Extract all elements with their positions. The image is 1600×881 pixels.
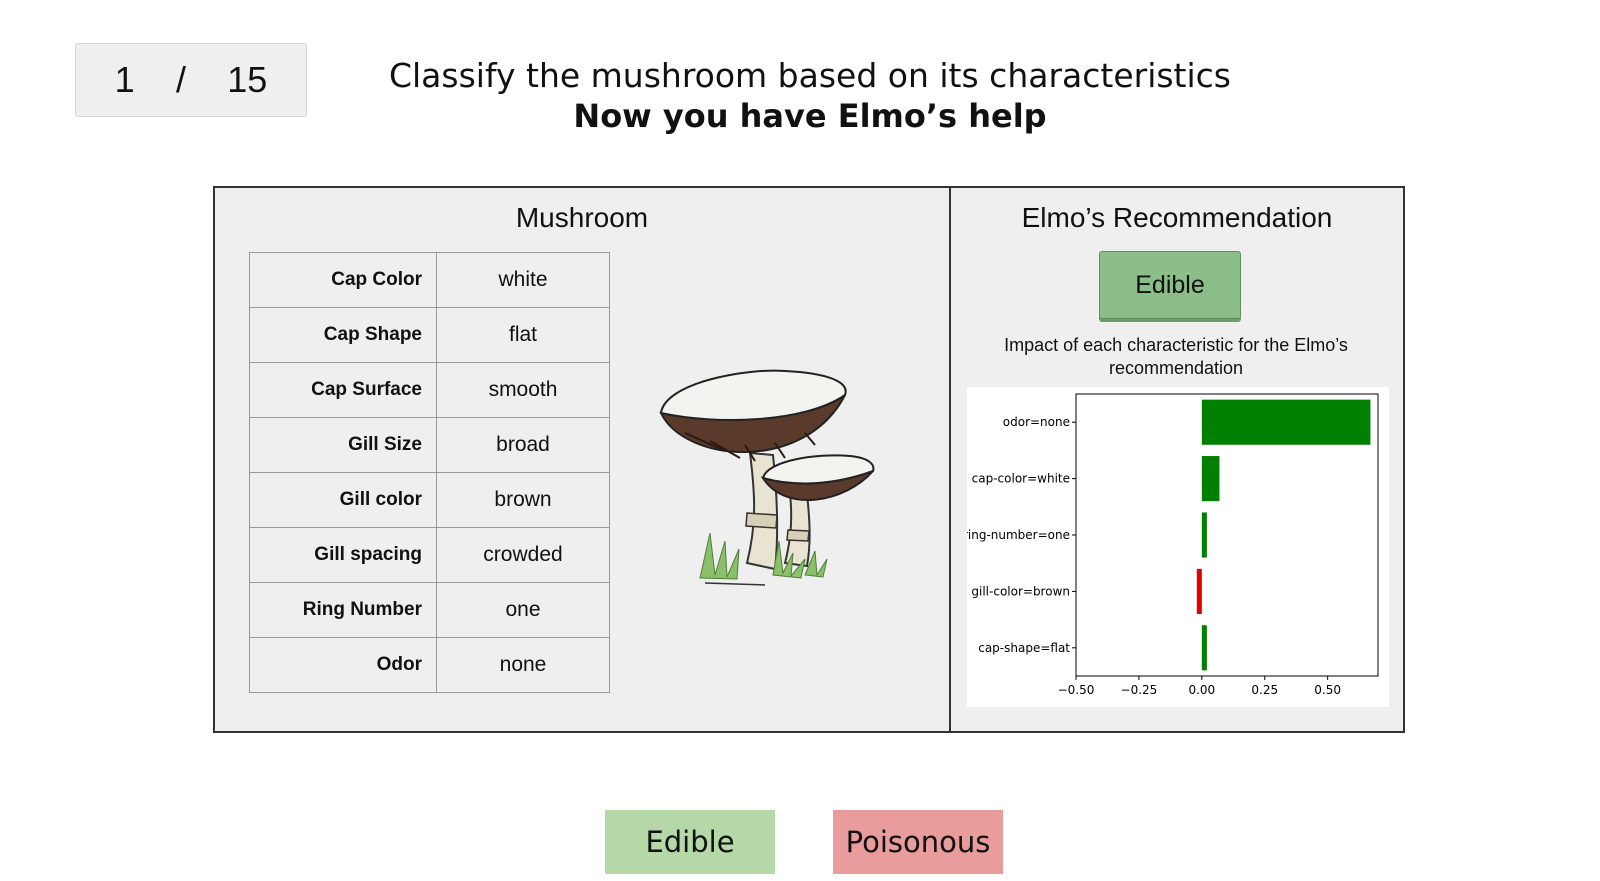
feature-name: Gill color [249, 472, 437, 528]
features-table: Cap Color white Cap Shape flat Cap Surface sm… [249, 252, 610, 693]
feature-row: Odor none [249, 637, 610, 693]
x-tick-label: −0.50 [1058, 683, 1095, 697]
feature-name: Gill Size [249, 417, 437, 473]
y-tick-label: ring-number=one [967, 528, 1070, 542]
mushroom-panel: Mushroom Cap Color white Cap Shape flat Cap … [215, 188, 951, 731]
recommendation-badge: Edible [1099, 251, 1241, 319]
feature-name: Cap Surface [249, 362, 437, 418]
recommendation-panel: Elmo’s Recommendation Edible Impact of e… [951, 188, 1403, 731]
instruction-title: Classify the mushroom based on its chara… [388, 56, 1232, 95]
impact-chart: odor=none cap-color=white ring-number=one g… [963, 393, 1379, 697]
feature-row: Cap Shape flat [249, 307, 610, 363]
feature-row: Cap Color white [249, 252, 610, 308]
y-tick-label: cap-shape=flat [978, 641, 1070, 655]
current-question: 1 [114, 59, 135, 100]
feature-value: broad [436, 417, 610, 473]
chart-bar [1196, 568, 1202, 614]
mushroom-illustration [659, 369, 875, 586]
chart-bar [1201, 399, 1371, 445]
feature-name: Cap Shape [249, 307, 437, 363]
feature-row: Cap Surface smooth [249, 362, 610, 418]
poisonous-button[interactable]: Poisonous [833, 810, 1003, 874]
total-questions: 15 [227, 59, 268, 100]
chart-bar [1201, 512, 1207, 558]
x-tick-label: 0.50 [1314, 683, 1341, 697]
y-tick-label: cap-color=white [972, 472, 1070, 486]
impact-chart-caption: Impact of each characteristic for the El… [981, 334, 1371, 380]
feature-value: crowded [436, 527, 610, 583]
feature-value: none [436, 637, 610, 693]
feature-row: Ring Number one [249, 582, 610, 638]
question-counter: 1 / 15 [75, 43, 307, 117]
main-panel: Mushroom Cap Color white Cap Shape flat Cap … [213, 186, 1405, 733]
chart-bar [1201, 456, 1220, 502]
x-tick-label: −0.25 [1121, 683, 1158, 697]
feature-name: Gill spacing [249, 527, 437, 583]
feature-name: Cap Color [249, 252, 437, 308]
feature-value: brown [436, 472, 610, 528]
mushroom-panel-title: Mushroom [515, 202, 649, 233]
y-tick-label: gill-color=brown [971, 584, 1070, 598]
feature-row: Gill spacing crowded [249, 527, 610, 583]
feature-value: one [436, 582, 610, 638]
feature-value: white [436, 252, 610, 308]
y-tick-label: odor=none [1003, 415, 1070, 429]
edible-button[interactable]: Edible [605, 810, 775, 874]
recommendation-panel-title: Elmo’s Recommendation [1021, 202, 1333, 233]
feature-value: smooth [436, 362, 610, 418]
help-subtitle: Now you have Elmo’s help [573, 97, 1047, 135]
impact-caption-line1: Impact of each characteristic for the El… [1004, 335, 1348, 355]
feature-value: flat [436, 307, 610, 363]
impact-chart-container: odor=none cap-color=white ring-number=one g… [963, 387, 1389, 707]
x-tick-label: 0.25 [1251, 683, 1278, 697]
impact-caption-line2: recommendation [1108, 358, 1244, 378]
chart-bar [1201, 625, 1207, 671]
feature-name: Ring Number [249, 582, 437, 638]
x-tick-label: 0.00 [1188, 683, 1215, 697]
counter-separator: / [175, 59, 186, 100]
feature-row: Gill color brown [249, 472, 610, 528]
feature-row: Gill Size broad [249, 417, 610, 473]
feature-name: Odor [249, 637, 437, 693]
